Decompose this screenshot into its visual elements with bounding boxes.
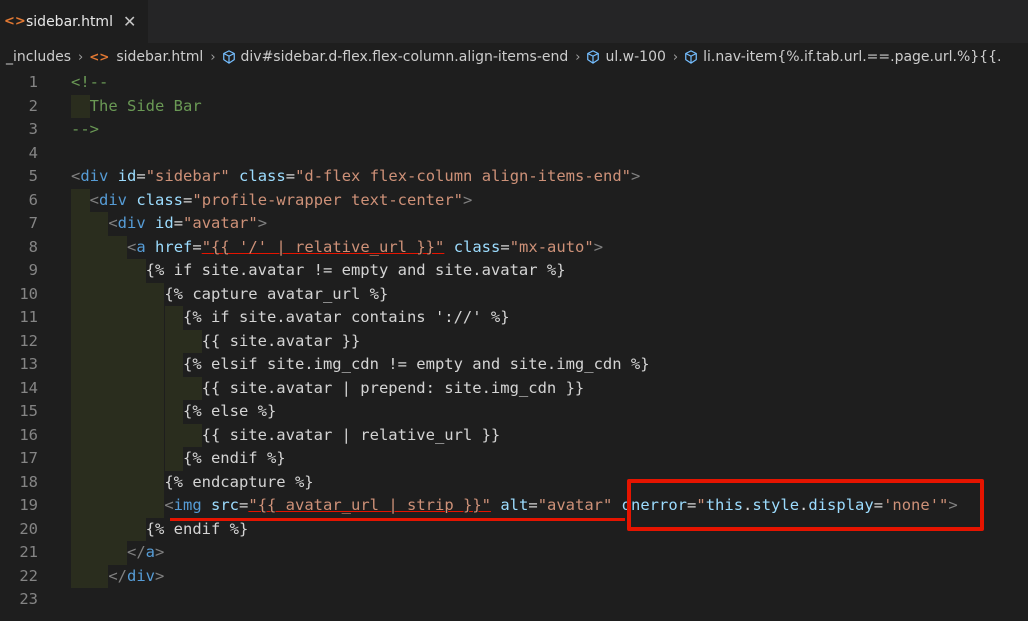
code-line[interactable]: 14 {{ site.avatar | prepend: site.img_cd… — [0, 376, 1028, 400]
breadcrumb-separator-icon: › — [210, 49, 216, 65]
code-line[interactable]: 7 <div id="avatar"> — [0, 212, 1028, 236]
symbol-element-icon — [222, 50, 236, 64]
breadcrumb-label: ul.w-100 — [605, 49, 666, 65]
line-number: 17 — [19, 449, 38, 467]
code-text: {{ site.avatar | prepend: site.img_cdn }… — [71, 378, 585, 397]
code-line[interactable]: 23 — [0, 588, 1028, 612]
line-number: 19 — [19, 496, 38, 514]
line-number: 22 — [19, 566, 38, 585]
code-text: <a href="{{ '/' | relative_url }}" class… — [127, 237, 604, 256]
line-number: 15 — [19, 402, 38, 420]
code-text: </div> — [108, 566, 165, 585]
line-number: 18 — [19, 472, 38, 491]
code-text: <div id="avatar"> — [108, 214, 268, 232]
breadcrumb-label: li.nav-item{%.if.tab.url.==.page.url.%}{… — [703, 49, 1002, 65]
code-line[interactable]: 17 {% endif %} — [0, 447, 1028, 471]
code-text: {% endif %} — [71, 519, 249, 538]
code-line[interactable]: 8 <a href="{{ '/' | relative_url }}" cla… — [0, 235, 1028, 259]
code-text: {% endcapture %} — [71, 472, 314, 491]
code-text: {% elsif site.img_cdn != empty and site.… — [71, 355, 650, 373]
line-number: 2 — [28, 96, 38, 115]
breadcrumb-item[interactable]: <> sidebar.html — [89, 49, 203, 65]
line-number: 7 — [28, 214, 38, 232]
line-number: 9 — [28, 261, 38, 279]
html-file-icon: <> — [4, 14, 26, 29]
code-text: <div id="sidebar" class="d-flex flex-col… — [71, 167, 641, 185]
breadcrumb: _includes › <> sidebar.html › div#sidebar.d-f… — [0, 43, 1028, 71]
code-text: {% else %} — [71, 402, 277, 420]
code-editor[interactable]: 1 <!-- 2 The Side Bar 3 --> 4 5 <div id="sideba… — [0, 71, 1028, 621]
breadcrumb-label: div#sidebar.d-flex.flex-column.align-ite… — [240, 49, 569, 65]
line-number: 12 — [19, 331, 38, 350]
code-line[interactable]: 16 {{ site.avatar | relative_url }} — [0, 423, 1028, 447]
code-text: <div class="profile-wrapper text-center"… — [89, 190, 473, 209]
line-number: 16 — [19, 425, 38, 444]
annotation-underline — [170, 518, 625, 521]
line-number: 10 — [19, 284, 38, 303]
code-line[interactable]: 11 {% if site.avatar contains '://' %} — [0, 306, 1028, 330]
code-line[interactable]: 10 {% capture avatar_url %} — [0, 282, 1028, 306]
close-icon[interactable]: ✕ — [123, 12, 136, 31]
breadcrumb-separator-icon: › — [672, 49, 679, 65]
code-line[interactable]: 3 --> — [0, 118, 1028, 142]
code-line[interactable]: 5 <div id="sidebar" class="d-flex flex-co… — [0, 165, 1028, 189]
line-number: 1 — [28, 73, 38, 91]
code-line[interactable]: 15 {% else %} — [0, 400, 1028, 424]
breadcrumb-separator-icon: › — [575, 49, 581, 65]
line-number: 3 — [28, 120, 38, 138]
code-line[interactable]: 4 — [0, 142, 1028, 166]
code-line[interactable]: 21 </a> — [0, 541, 1028, 565]
code-text: </a> — [127, 543, 165, 561]
breadcrumb-label: sidebar.html — [116, 49, 204, 65]
breadcrumb-item[interactable]: ul.w-100 — [586, 49, 666, 65]
breadcrumb-item[interactable]: _includes — [6, 49, 71, 65]
code-line[interactable]: 12 {{ site.avatar }} — [0, 329, 1028, 353]
code-text: --> — [71, 120, 99, 138]
breadcrumb-label: _includes — [6, 49, 72, 65]
line-number: 8 — [28, 237, 38, 256]
code-text: {% endif %} — [71, 449, 286, 467]
code-line[interactable]: 9 {% if site.avatar != empty and site.av… — [0, 259, 1028, 283]
line-number: 14 — [19, 378, 38, 397]
tab-label: sidebar.html — [26, 13, 113, 30]
code-text: {% capture avatar_url %} — [71, 284, 389, 303]
line-number: 13 — [19, 355, 38, 373]
code-line[interactable]: 2 The Side Bar — [0, 94, 1028, 118]
tab-sidebar-html[interactable]: <> sidebar.html ✕ — [0, 0, 148, 43]
line-number: 5 — [28, 167, 38, 185]
symbol-element-icon — [586, 50, 600, 64]
breadcrumb-item[interactable]: div#sidebar.d-flex.flex-column.align-ite… — [222, 49, 569, 65]
code-line[interactable]: 22 </div> — [0, 564, 1028, 588]
html-file-icon: <> — [89, 50, 110, 64]
code-text: {{ site.avatar | relative_url }} — [71, 425, 501, 444]
line-number: 20 — [19, 519, 38, 538]
breadcrumb-item[interactable]: li.nav-item{%.if.tab.url.==.page.url.%}{… — [684, 49, 1001, 65]
code-line[interactable]: 13 {% elsif site.img_cdn != empty and si… — [0, 353, 1028, 377]
line-number: 23 — [19, 590, 38, 608]
code-text: {% if site.avatar != empty and site.avat… — [71, 261, 566, 279]
line-number: 6 — [28, 190, 38, 209]
code-text: <!-- — [71, 73, 109, 91]
code-line[interactable]: 6 <div class="profile-wrapper text-cente… — [0, 188, 1028, 212]
code-line[interactable]: 1 <!-- — [0, 71, 1028, 95]
line-number: 21 — [19, 543, 38, 561]
code-text: The Side Bar — [71, 96, 202, 115]
line-number: 4 — [28, 143, 38, 162]
symbol-element-icon — [684, 50, 698, 64]
line-number: 11 — [19, 308, 38, 326]
tab-bar: <> sidebar.html ✕ — [0, 0, 1028, 43]
code-text: {{ site.avatar }} — [71, 331, 361, 350]
breadcrumb-separator-icon: › — [78, 49, 84, 65]
code-text: {% if site.avatar contains '://' %} — [71, 308, 510, 326]
annotation-highlight-box — [627, 479, 984, 531]
